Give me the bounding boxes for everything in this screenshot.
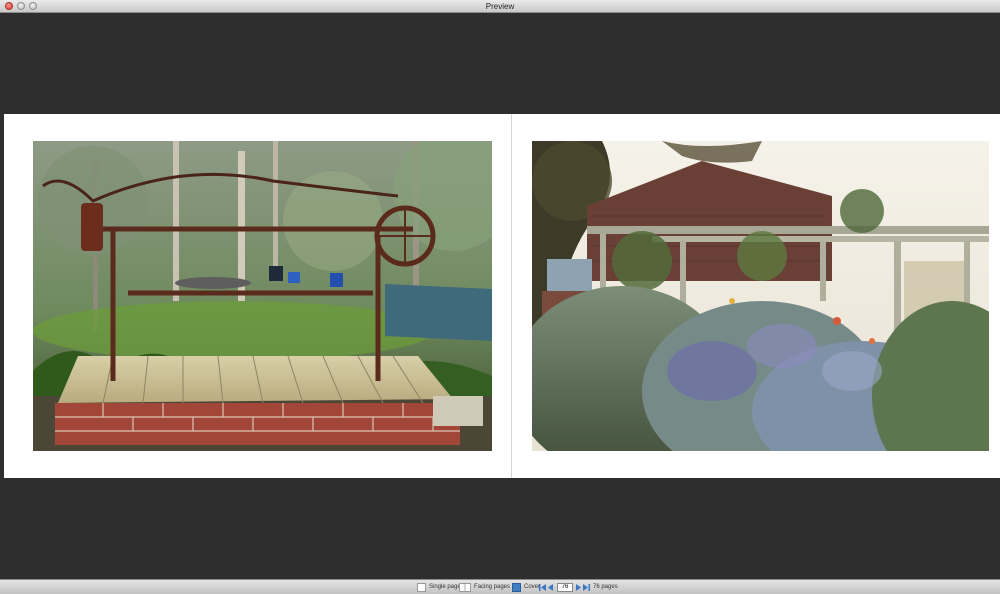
page-count-label: 76 pages (593, 584, 618, 590)
single-pages-option[interactable]: Single pages (417, 582, 464, 592)
left-page-photo (33, 141, 492, 451)
facing-pages-icon (459, 582, 471, 592)
right-page-photo (532, 141, 989, 451)
current-page-field[interactable] (557, 582, 573, 592)
single-page-icon (417, 582, 426, 592)
cover-button[interactable]: Cover (512, 582, 540, 592)
preview-area (0, 13, 1000, 579)
book-spread (4, 114, 1000, 478)
facing-pages-option[interactable]: Facing pages (459, 582, 510, 592)
cover-label: Cover (524, 584, 541, 590)
title-bar: Preview (0, 0, 1000, 13)
previous-page-icon[interactable] (547, 583, 554, 592)
last-page-icon[interactable] (583, 583, 590, 592)
bottom-toolbar: Single pages Facing pages Cover 76 pages (0, 579, 1000, 594)
first-page-icon[interactable] (539, 583, 546, 592)
next-page-icon[interactable] (575, 583, 582, 592)
facing-pages-label: Facing pages (474, 584, 511, 590)
spread-gutter (511, 114, 512, 478)
cover-icon (512, 582, 521, 592)
page-navigation: 76 pages (539, 582, 618, 592)
window-title: Preview (485, 2, 515, 11)
